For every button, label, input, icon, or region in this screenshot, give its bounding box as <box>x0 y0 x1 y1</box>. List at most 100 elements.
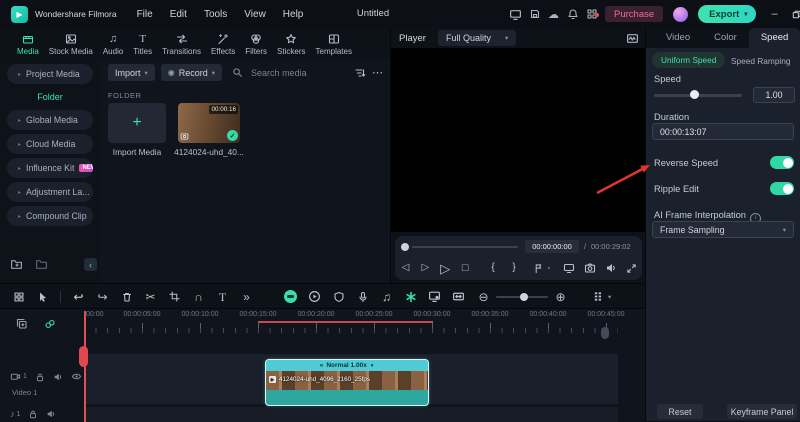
media-clip-thumbnail[interactable]: 00:00:16 ✓ <box>178 103 240 143</box>
next-frame-icon[interactable]: ▷ <box>419 263 432 273</box>
restore-button[interactable] <box>786 9 800 20</box>
audio-track-lane[interactable] <box>84 407 618 422</box>
screen-record-icon[interactable] <box>428 290 441 303</box>
export-button[interactable]: Export ▾ <box>698 5 755 23</box>
menu-view[interactable]: View <box>244 9 266 20</box>
workspace-grid-icon[interactable] <box>582 8 601 20</box>
chevron-down-icon[interactable]: ▾ <box>608 293 611 301</box>
mark-in-icon[interactable]: { <box>487 263 500 273</box>
zoom-slider-handle[interactable] <box>520 293 528 301</box>
lock-track-icon[interactable] <box>35 372 45 382</box>
menu-help[interactable]: Help <box>283 9 304 20</box>
sidebar-item-influence-kit[interactable]: ▸ Influence Kit NEW <box>7 158 93 178</box>
video-viewport[interactable] <box>391 48 646 232</box>
layout-grid-icon[interactable] <box>12 291 25 303</box>
sidebar-item-cloud-media[interactable]: ▸ Cloud Media <box>7 134 93 154</box>
reverse-speed-toggle[interactable] <box>770 156 794 169</box>
text-tool-icon[interactable]: T <box>216 291 229 303</box>
chroma-key-icon[interactable] <box>284 290 297 303</box>
seek-handle[interactable] <box>401 243 409 251</box>
mute-track-icon[interactable] <box>46 409 56 419</box>
fullscreen-icon[interactable] <box>625 263 638 274</box>
timeline-clip[interactable]: « Normal 1.00x ▼ ▶ 4124024-uhd_4096_2160… <box>265 359 429 406</box>
speed-value-input[interactable] <box>753 87 795 103</box>
tab-audio[interactable]: ♫ Audio <box>98 33 128 56</box>
tab-titles[interactable]: T Titles <box>128 33 157 56</box>
marker-flag-icon[interactable] <box>532 263 545 274</box>
playhead-grip[interactable] <box>79 346 88 367</box>
sidebar-item-project-media[interactable]: ▸ Project Media <box>7 64 93 84</box>
select-cursor-icon[interactable] <box>36 291 49 303</box>
clip-speed-badge[interactable]: « Normal 1.00x ▼ <box>266 360 428 371</box>
fit-to-timeline-icon[interactable] <box>452 290 465 303</box>
notification-bell-icon[interactable] <box>563 8 582 20</box>
ai-enhance-icon[interactable] <box>404 291 417 303</box>
collapse-sidebar-button[interactable]: ‹ <box>84 258 97 271</box>
filter-icon[interactable] <box>354 67 366 79</box>
speed-slider-handle[interactable] <box>690 90 699 99</box>
search-input[interactable] <box>249 67 337 79</box>
previous-frame-icon[interactable]: ◁ <box>399 263 412 273</box>
delete-icon[interactable] <box>120 291 133 303</box>
timeline-scrollbar-thumb[interactable] <box>601 327 609 339</box>
tab-video[interactable]: Video <box>654 28 702 48</box>
interpolation-dropdown[interactable]: Frame Sampling ▾ <box>652 221 794 238</box>
record-dropdown[interactable]: ◉ Record ▾ <box>161 64 222 81</box>
magnetic-timeline-icon[interactable]: ∩ <box>192 291 205 303</box>
new-folder-icon[interactable] <box>10 258 23 271</box>
mark-out-icon[interactable]: } <box>508 263 521 273</box>
menu-tools[interactable]: Tools <box>204 9 227 20</box>
seek-track[interactable] <box>412 246 518 248</box>
current-timecode[interactable]: 00:00:00:00 <box>525 240 579 253</box>
audio-mixer-icon[interactable]: ♫ <box>380 291 393 303</box>
tab-filters[interactable]: Filters <box>240 33 272 56</box>
tab-transitions[interactable]: Transitions <box>157 33 206 56</box>
stop-icon[interactable]: □ <box>459 263 472 274</box>
split-scissors-icon[interactable]: ✂ <box>144 291 157 303</box>
timeline-zoom-slider[interactable] <box>496 296 548 298</box>
link-clips-icon[interactable] <box>44 318 56 330</box>
save-project-icon[interactable] <box>525 8 544 20</box>
user-avatar[interactable] <box>673 7 688 22</box>
reset-button[interactable]: Reset <box>657 404 703 419</box>
redo-icon[interactable]: ↪ <box>96 291 109 303</box>
uniform-speed-tab[interactable]: Uniform Speed <box>652 52 725 68</box>
cloud-upload-icon[interactable]: ☁ <box>544 8 563 21</box>
sidebar-item-compound-clip[interactable]: ▸ Compound Clip <box>7 206 93 226</box>
mirror-display-icon[interactable] <box>562 262 575 274</box>
snapshot-camera-icon[interactable] <box>583 262 596 274</box>
tab-media[interactable]: Media <box>12 33 44 56</box>
minimize-button[interactable]: – <box>764 8 786 20</box>
lock-track-icon[interactable] <box>28 409 38 419</box>
add-marker-icon[interactable] <box>16 318 28 330</box>
more-tools-icon[interactable]: » <box>240 291 253 303</box>
play-icon[interactable]: ▷ <box>439 262 452 275</box>
track-manager-icon[interactable] <box>592 291 605 302</box>
menu-edit[interactable]: Edit <box>170 9 187 20</box>
more-options-icon[interactable]: ⋯ <box>372 66 384 79</box>
motion-tracking-icon[interactable] <box>308 290 321 303</box>
undo-icon[interactable]: ↩ <box>72 291 85 303</box>
chevron-down-icon[interactable]: ▾ <box>547 265 550 272</box>
crop-icon[interactable] <box>168 291 181 302</box>
tab-effects[interactable]: Effects <box>206 33 240 56</box>
tab-color[interactable]: Color <box>702 28 749 48</box>
zoom-in-icon[interactable]: ⊕ <box>554 291 567 303</box>
import-media-tile[interactable]: + <box>108 103 166 143</box>
delete-folder-icon[interactable] <box>35 258 48 271</box>
sidebar-item-global-media[interactable]: ▸ Global Media <box>7 110 93 130</box>
tab-stock-media[interactable]: Stock Media <box>44 33 98 56</box>
tab-speed[interactable]: Speed <box>749 28 800 48</box>
sidebar-item-adjustment-layer[interactable]: ▸ Adjustment La... <box>7 182 93 202</box>
tab-templates[interactable]: Templates <box>311 33 357 56</box>
quality-dropdown[interactable]: Full Quality ▾ <box>438 30 516 46</box>
hide-track-eye-icon[interactable] <box>71 371 82 382</box>
ruler-minor-ticks[interactable] <box>84 328 618 333</box>
volume-icon[interactable] <box>604 262 617 274</box>
speed-ramping-tab[interactable]: Speed Ramping <box>731 56 797 66</box>
ripple-edit-toggle[interactable] <box>770 182 794 195</box>
device-preview-icon[interactable] <box>506 8 525 21</box>
purchase-button[interactable]: Purchase <box>605 6 663 22</box>
zoom-out-icon[interactable]: ⊖ <box>477 291 490 303</box>
scopes-icon[interactable] <box>626 32 639 45</box>
